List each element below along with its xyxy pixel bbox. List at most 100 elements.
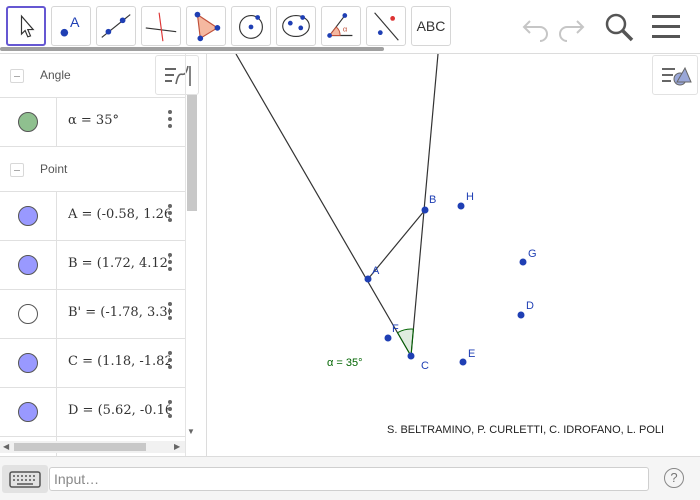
algebra-row-point-c[interactable]: C = (1.18, -1.82) bbox=[0, 339, 185, 388]
main-menu-button[interactable] bbox=[649, 10, 683, 44]
more-options-icon[interactable] bbox=[168, 351, 174, 373]
visibility-toggle[interactable] bbox=[0, 290, 57, 338]
toolbar-scrollbar[interactable] bbox=[0, 47, 384, 51]
reflect-line-icon bbox=[374, 12, 399, 41]
redo-button[interactable] bbox=[555, 10, 589, 44]
svg-text:α: α bbox=[343, 25, 348, 34]
point-d[interactable]: D bbox=[517, 300, 535, 319]
ellipse-tool-button[interactable] bbox=[276, 6, 316, 46]
algebra-row-text[interactable]: B = (1.72, 4.12) bbox=[68, 256, 170, 271]
algebra-right-border bbox=[185, 54, 186, 456]
construction-canvas[interactable]: A B C D E F G H α = 35° bbox=[207, 54, 700, 456]
input-field[interactable]: Input… bbox=[49, 467, 649, 491]
point-a[interactable]: A bbox=[364, 265, 381, 283]
point-g[interactable]: G bbox=[519, 248, 537, 266]
hamburger-menu-icon bbox=[652, 15, 680, 38]
collapse-icon[interactable] bbox=[10, 163, 24, 177]
visibility-toggle[interactable] bbox=[0, 241, 57, 289]
circle-center-point-icon bbox=[239, 14, 263, 39]
scroll-left-arrow-icon[interactable]: ◀ bbox=[3, 442, 9, 451]
group-label: Point bbox=[40, 162, 68, 176]
point-label: E bbox=[468, 348, 475, 360]
keyboard-button[interactable] bbox=[2, 465, 48, 493]
algebra-vertical-scrollbar[interactable] bbox=[187, 95, 197, 211]
visibility-toggle[interactable] bbox=[0, 339, 57, 387]
credits-text: S. BELTRAMINO, P. CURLETTI, C. IDROFANO,… bbox=[387, 424, 665, 436]
hidden-point-marker-icon[interactable] bbox=[18, 304, 38, 324]
undo-icon bbox=[522, 20, 548, 42]
point-marker-icon[interactable] bbox=[18, 402, 38, 422]
point-label: G bbox=[528, 248, 537, 260]
arrow-cursor-icon bbox=[20, 14, 35, 38]
point-marker-icon[interactable] bbox=[18, 353, 38, 373]
point-label: C bbox=[421, 360, 429, 372]
perpendicular-tool-button[interactable] bbox=[141, 6, 181, 46]
style-bar-icon bbox=[662, 66, 692, 86]
visibility-toggle[interactable] bbox=[0, 98, 57, 146]
visibility-toggle[interactable] bbox=[0, 192, 57, 240]
scroll-right-arrow-icon[interactable]: ▶ bbox=[174, 442, 180, 451]
point-tool-button[interactable]: A bbox=[51, 6, 91, 46]
point-c[interactable]: C bbox=[407, 352, 430, 373]
point-marker-icon[interactable] bbox=[18, 255, 38, 275]
angle-icon: α bbox=[327, 13, 353, 38]
more-options-icon[interactable] bbox=[168, 204, 174, 226]
visibility-toggle[interactable] bbox=[0, 388, 57, 436]
point-A-icon: A bbox=[60, 15, 80, 37]
algebra-row-text[interactable]: C = (1.18, -1.82) bbox=[68, 354, 170, 369]
line-tool-button[interactable] bbox=[96, 6, 136, 46]
point-h[interactable]: H bbox=[457, 191, 475, 210]
point-f[interactable]: F bbox=[384, 323, 400, 342]
point-b[interactable]: B bbox=[421, 194, 437, 214]
algebra-horizontal-scrollbar[interactable] bbox=[14, 443, 146, 451]
algebra-row-point-b-prime[interactable]: B' = (-1.78, 3.36) bbox=[0, 290, 185, 339]
keyboard-icon bbox=[9, 471, 41, 488]
scroll-down-arrow-icon[interactable]: ▼ bbox=[187, 427, 199, 437]
point-e[interactable]: E bbox=[459, 348, 476, 366]
svg-text:A: A bbox=[70, 15, 80, 31]
angle-alpha-arc[interactable] bbox=[396, 328, 414, 358]
point-label: H bbox=[466, 191, 474, 203]
point-marker-icon[interactable] bbox=[18, 206, 38, 226]
reflect-tool-button[interactable] bbox=[366, 6, 406, 46]
style-bar-icon bbox=[165, 65, 191, 86]
algebra-row-text[interactable]: A = (-0.58, 1.26) bbox=[68, 207, 170, 222]
polygon-tool-button[interactable] bbox=[186, 6, 226, 46]
algebra-view: Angle α = 35° Point A = (-0.58, 1.26) B … bbox=[0, 54, 200, 456]
algebra-row-text[interactable]: D = (5.62, -0.16) bbox=[68, 403, 170, 418]
algebra-row-point-b[interactable]: B = (1.72, 4.12) bbox=[0, 241, 185, 290]
algebra-row-alpha[interactable]: α = 35° bbox=[0, 98, 185, 147]
collapse-icon[interactable] bbox=[10, 69, 24, 83]
search-icon bbox=[605, 13, 634, 42]
text-icon: ABC bbox=[416, 18, 446, 34]
graphics-style-button[interactable] bbox=[652, 55, 698, 95]
algebra-row-point-a[interactable]: A = (-0.58, 1.26) bbox=[0, 192, 185, 241]
ellipse-icon bbox=[282, 14, 310, 38]
point-label: D bbox=[526, 300, 534, 312]
group-header-point[interactable]: Point bbox=[0, 148, 185, 192]
algebra-row-text[interactable]: B' = (-1.78, 3.36) bbox=[68, 305, 170, 320]
move-tool-button[interactable] bbox=[6, 6, 46, 46]
more-options-icon[interactable] bbox=[168, 302, 174, 324]
circle-tool-button[interactable] bbox=[231, 6, 271, 46]
line-through-a-c[interactable] bbox=[235, 54, 412, 357]
toolbar: A α ABC bbox=[0, 0, 700, 54]
more-options-icon[interactable] bbox=[168, 110, 174, 132]
graphics-view[interactable]: A B C D E F G H α = 35° bbox=[207, 54, 700, 456]
polygon-icon bbox=[194, 11, 221, 42]
help-button[interactable]: ? bbox=[664, 468, 684, 488]
algebra-row-text[interactable]: α = 35° bbox=[68, 113, 170, 128]
algebra-style-button[interactable] bbox=[155, 55, 199, 95]
angle-marker-icon[interactable] bbox=[18, 112, 38, 132]
line-icon bbox=[101, 14, 131, 38]
search-button[interactable] bbox=[602, 10, 636, 44]
angle-alpha-label[interactable]: α = 35° bbox=[327, 357, 363, 369]
point-label: F bbox=[392, 323, 399, 335]
text-tool-button[interactable]: ABC bbox=[411, 6, 451, 46]
more-options-icon[interactable] bbox=[168, 400, 174, 422]
input-bar: Input… ? bbox=[0, 456, 700, 500]
angle-tool-button[interactable]: α bbox=[321, 6, 361, 46]
algebra-row-point-d[interactable]: D = (5.62, -0.16) bbox=[0, 388, 185, 437]
more-options-icon[interactable] bbox=[168, 253, 174, 275]
undo-button[interactable] bbox=[518, 10, 552, 44]
